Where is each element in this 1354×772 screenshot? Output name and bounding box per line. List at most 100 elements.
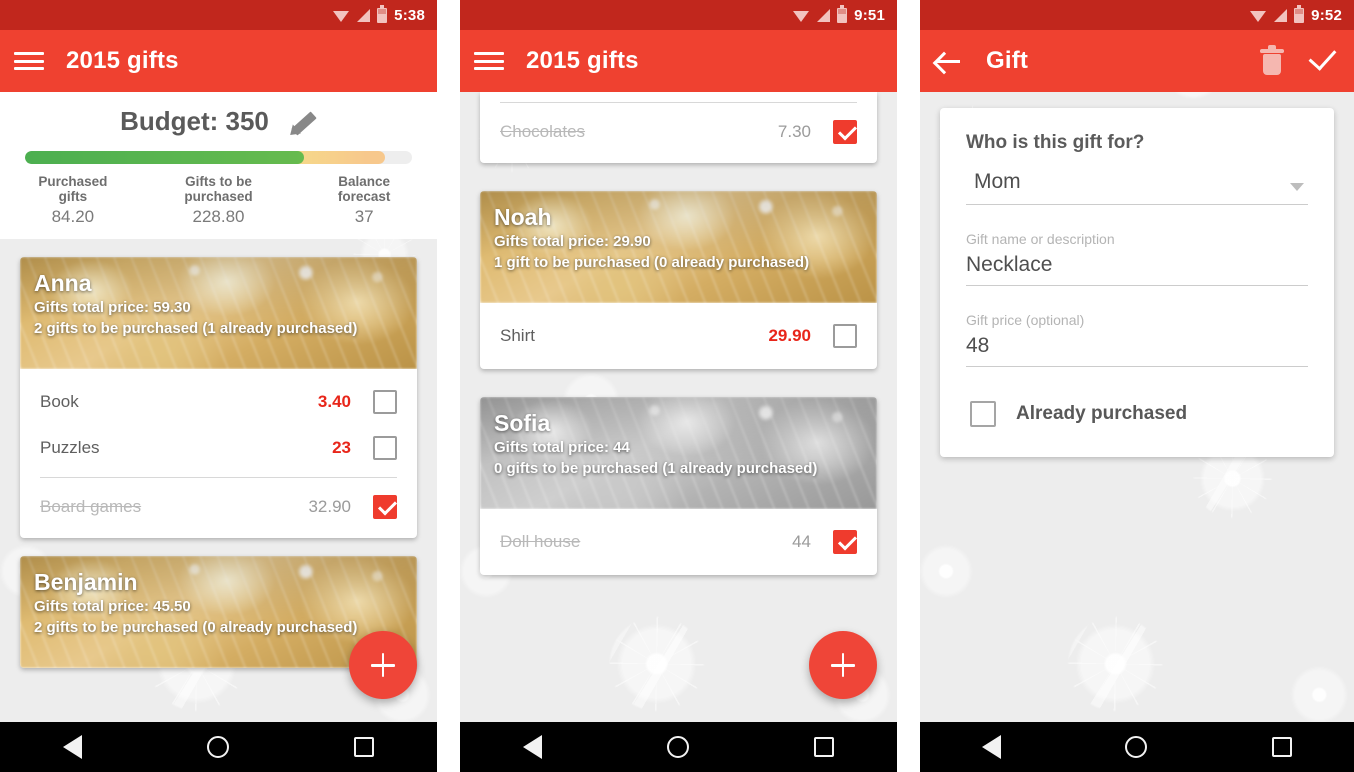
stat-value: 228.80 bbox=[192, 207, 245, 226]
budget-panel: Budget: 350 Purchased gifts 84.20 Gifts t… bbox=[0, 92, 437, 239]
gift-row[interactable]: Board games 32.90 bbox=[20, 484, 417, 530]
gift-purchased-checkbox[interactable] bbox=[373, 436, 397, 460]
recents-square-icon[interactable] bbox=[814, 737, 835, 757]
already-purchased-label: Already purchased bbox=[1016, 403, 1188, 424]
wifi-icon bbox=[1250, 9, 1267, 22]
android-nav-bar bbox=[920, 722, 1354, 772]
back-triangle-icon[interactable] bbox=[522, 735, 542, 759]
gift-price-input[interactable]: 48 bbox=[966, 332, 1308, 367]
gift-purchased-checkbox[interactable] bbox=[833, 324, 857, 348]
budget-row: Budget: 350 bbox=[0, 106, 437, 137]
stat-label-line2: forecast bbox=[337, 189, 391, 204]
app-bar-title: 2015 gifts bbox=[66, 47, 179, 74]
budget-progress-bar bbox=[25, 151, 412, 164]
signal-icon bbox=[1274, 8, 1288, 22]
gift-name: Board games bbox=[40, 497, 142, 516]
gift-name-label: Gift name or description bbox=[966, 231, 1115, 247]
app-bar: 2015 gifts bbox=[0, 30, 437, 92]
hamburger-menu-icon[interactable] bbox=[14, 50, 44, 72]
stat-purchased-gifts: Purchased gifts 84.20 bbox=[0, 174, 146, 227]
gift-name: Chocolates bbox=[500, 122, 586, 141]
already-purchased-row[interactable]: Already purchased bbox=[966, 401, 1308, 427]
stat-gifts-to-be-purchased: Gifts to be purchased 228.80 bbox=[146, 174, 292, 227]
list-divider bbox=[500, 102, 857, 103]
gift-card-header[interactable]: Anna Gifts total price: 59.30 2 gifts to… bbox=[20, 257, 417, 369]
gift-form-card: Who is this gift for? Mom Gift name or d… bbox=[940, 108, 1334, 457]
gift-price: 29.90 bbox=[768, 326, 811, 345]
recipient-name: Noah bbox=[494, 204, 552, 230]
gifts-summary: 1 gift to be purchased (0 already purcha… bbox=[494, 254, 810, 271]
recipient-select[interactable]: Mom bbox=[966, 168, 1308, 205]
status-bar: 5:38 bbox=[0, 0, 437, 30]
home-circle-icon[interactable] bbox=[666, 736, 689, 758]
phone-gap bbox=[437, 0, 460, 772]
phone-home-budget: 5:38 2015 gifts Budget: 350 Purchased gif… bbox=[0, 0, 437, 772]
gift-price-label: Gift price (optional) bbox=[966, 312, 1085, 328]
wifi-icon bbox=[333, 9, 350, 22]
home-circle-icon[interactable] bbox=[206, 736, 229, 758]
status-bar: 9:51 bbox=[460, 0, 897, 30]
status-bar-clock: 5:38 bbox=[394, 6, 425, 24]
signal-icon bbox=[357, 8, 371, 22]
add-gift-fab[interactable] bbox=[349, 631, 417, 699]
status-bar-clock: 9:52 bbox=[1311, 6, 1342, 24]
chevron-down-icon[interactable] bbox=[1290, 183, 1304, 191]
gift-card-header[interactable]: Noah Gifts total price: 29.90 1 gift to … bbox=[480, 191, 877, 303]
gift-name-field[interactable]: Gift name or description Necklace bbox=[966, 231, 1308, 286]
gift-price-field[interactable]: Gift price (optional) 48 bbox=[966, 312, 1308, 367]
gift-card[interactable]: Noah Gifts total price: 29.90 1 gift to … bbox=[480, 191, 877, 369]
gift-card-list[interactable]: Chocolates 7.30 Noah Gifts total price: … bbox=[460, 92, 897, 593]
signal-icon bbox=[817, 8, 831, 22]
gifts-total-price: Gifts total price: 44 bbox=[494, 439, 630, 456]
gift-row[interactable]: Doll house 44 bbox=[480, 519, 877, 565]
wifi-icon bbox=[793, 9, 810, 22]
back-triangle-icon[interactable] bbox=[982, 735, 1002, 759]
app-bar-title: Gift bbox=[986, 47, 1029, 74]
battery-icon bbox=[377, 4, 388, 23]
recents-square-icon[interactable] bbox=[1271, 737, 1292, 757]
battery-icon bbox=[837, 4, 848, 23]
gift-purchased-checkbox[interactable] bbox=[833, 120, 857, 144]
app-bar: 2015 gifts bbox=[460, 30, 897, 92]
check-icon[interactable] bbox=[1306, 47, 1340, 75]
gift-name: Doll house bbox=[500, 532, 581, 551]
phone-gift-list: 9:51 2015 gifts Chocolates 7.30 Noah Gif… bbox=[460, 0, 897, 772]
back-arrow-icon[interactable] bbox=[934, 49, 964, 73]
gifts-summary: 0 gifts to be purchased (1 already purch… bbox=[494, 460, 818, 477]
gift-name-input[interactable]: Necklace bbox=[966, 251, 1308, 286]
status-bar-clock: 9:51 bbox=[854, 6, 885, 24]
app-bar-title: 2015 gifts bbox=[526, 47, 639, 74]
list-divider bbox=[40, 477, 397, 478]
gift-price: 7.30 bbox=[777, 122, 811, 141]
already-purchased-checkbox[interactable] bbox=[970, 401, 996, 427]
gift-purchased-checkbox[interactable] bbox=[833, 530, 857, 554]
pencil-icon[interactable] bbox=[287, 107, 317, 137]
trash-icon[interactable] bbox=[1260, 45, 1284, 75]
gift-card-partial[interactable]: Chocolates 7.30 bbox=[480, 92, 877, 163]
gift-card[interactable]: Sofia Gifts total price: 44 0 gifts to b… bbox=[480, 397, 877, 575]
screenshot-stage: 5:38 2015 gifts Budget: 350 Purchased gif… bbox=[0, 0, 1354, 772]
gift-purchased-checkbox[interactable] bbox=[373, 390, 397, 414]
budget-label: Budget: 350 bbox=[120, 106, 269, 136]
gift-purchased-checkbox[interactable] bbox=[373, 495, 397, 519]
recents-square-icon[interactable] bbox=[354, 737, 375, 757]
stat-label-line1: Gifts to be bbox=[185, 174, 252, 189]
gift-card-header[interactable]: Sofia Gifts total price: 44 0 gifts to b… bbox=[480, 397, 877, 509]
status-bar: 9:52 bbox=[920, 0, 1354, 30]
gift-card-list[interactable]: Anna Gifts total price: 59.30 2 gifts to… bbox=[0, 239, 437, 686]
stat-value: 84.20 bbox=[51, 207, 95, 226]
gift-price: 23 bbox=[332, 438, 351, 457]
stat-label-line1: Purchased bbox=[38, 174, 108, 189]
gift-name: Puzzles bbox=[40, 438, 100, 457]
gift-card[interactable]: Anna Gifts total price: 59.30 2 gifts to… bbox=[20, 257, 417, 538]
gift-row[interactable]: Chocolates 7.30 bbox=[480, 109, 877, 155]
android-nav-bar bbox=[0, 722, 437, 772]
gift-row[interactable]: Shirt 29.90 bbox=[480, 313, 877, 359]
gift-row[interactable]: Book 3.40 bbox=[20, 379, 417, 425]
form-question: Who is this gift for? bbox=[966, 132, 1145, 153]
gift-row[interactable]: Puzzles 23 bbox=[20, 425, 417, 471]
add-gift-fab[interactable] bbox=[809, 631, 877, 699]
back-triangle-icon[interactable] bbox=[62, 735, 82, 759]
home-circle-icon[interactable] bbox=[1125, 736, 1148, 758]
hamburger-menu-icon[interactable] bbox=[474, 50, 504, 72]
